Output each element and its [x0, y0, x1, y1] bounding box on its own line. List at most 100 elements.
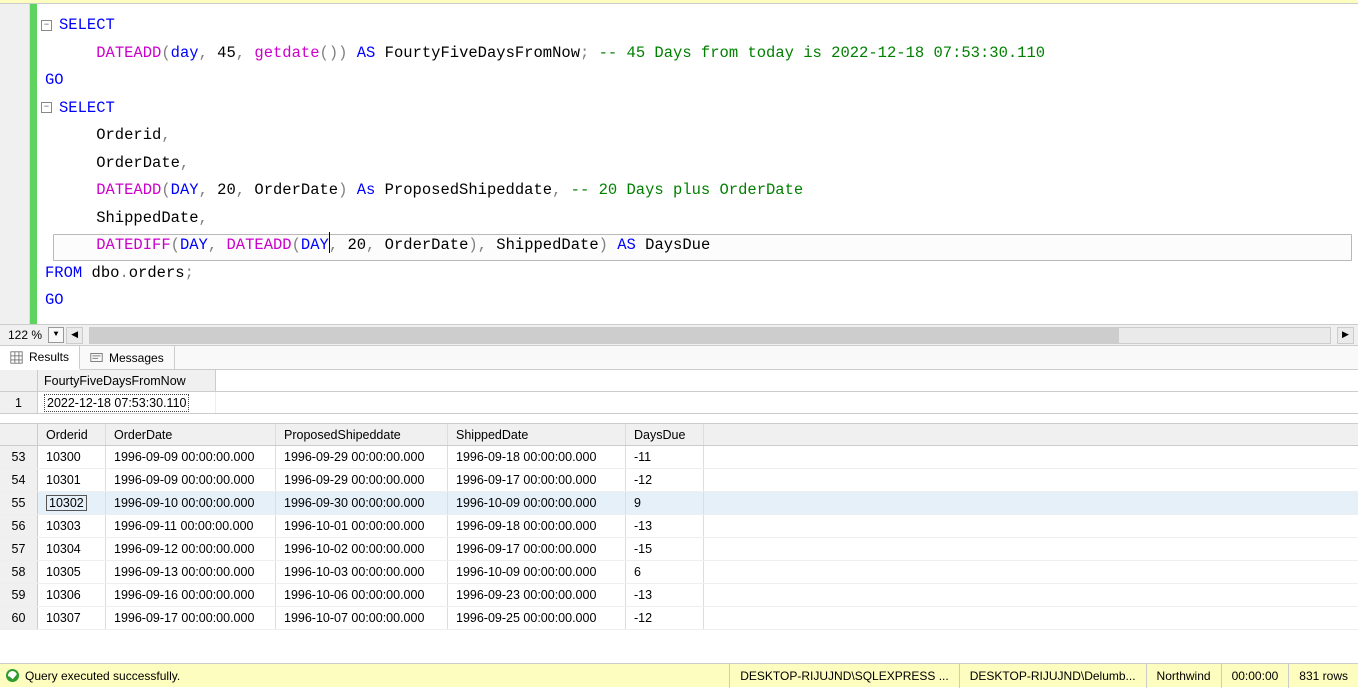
zoom-level: 122 % [4, 328, 46, 342]
cell[interactable]: 10307 [38, 607, 106, 629]
cell[interactable]: 1996-10-01 00:00:00.000 [276, 515, 448, 537]
zoom-dropdown-button[interactable]: ▼ [48, 327, 64, 343]
cell[interactable]: 1996-09-17 00:00:00.000 [448, 469, 626, 491]
status-elapsed: 00:00:00 [1221, 664, 1289, 688]
table-row[interactable]: 57103041996-09-12 00:00:00.0001996-10-02… [0, 538, 1358, 561]
cell[interactable]: 1996-10-07 00:00:00.000 [276, 607, 448, 629]
cell[interactable]: 10301 [38, 469, 106, 491]
cell[interactable]: -13 [626, 515, 704, 537]
row-number[interactable]: 55 [0, 492, 38, 514]
messages-icon [90, 351, 103, 364]
cell[interactable]: 1996-10-03 00:00:00.000 [276, 561, 448, 583]
row-number[interactable]: 53 [0, 446, 38, 468]
horizontal-scrollbar[interactable] [89, 327, 1331, 344]
cell[interactable]: 1996-09-11 00:00:00.000 [106, 515, 276, 537]
row-number[interactable]: 57 [0, 538, 38, 560]
table-row[interactable]: 56103031996-09-11 00:00:00.0001996-10-01… [0, 515, 1358, 538]
keyword: SELECT [59, 99, 115, 117]
table-row[interactable]: 60103071996-09-17 00:00:00.0001996-10-07… [0, 607, 1358, 630]
row-number[interactable]: 56 [0, 515, 38, 537]
table-row[interactable]: 54103011996-09-09 00:00:00.0001996-09-29… [0, 469, 1358, 492]
cell[interactable]: 10305 [38, 561, 106, 583]
row-number[interactable]: 1 [0, 392, 38, 413]
cell[interactable]: 1996-09-09 00:00:00.000 [106, 469, 276, 491]
code-area[interactable]: SELECT DATEADD(day, 45, getdate()) AS Fo… [37, 4, 1358, 324]
cell[interactable]: 1996-09-13 00:00:00.000 [106, 561, 276, 583]
tab-messages[interactable]: Messages [80, 346, 175, 369]
table-row[interactable]: 53103001996-09-09 00:00:00.0001996-09-29… [0, 446, 1358, 469]
column-header[interactable]: ProposedShipeddate [276, 424, 448, 445]
column-header[interactable]: OrderDate [106, 424, 276, 445]
cell[interactable]: 1996-10-09 00:00:00.000 [448, 492, 626, 514]
cell[interactable]: 1996-10-09 00:00:00.000 [448, 561, 626, 583]
keyword: GO [45, 291, 64, 309]
cell[interactable]: -12 [626, 469, 704, 491]
line-number-gutter [0, 4, 30, 324]
result-grid-1-row[interactable]: 1 2022-12-18 07:53:30.110 [0, 392, 1358, 414]
sql-editor[interactable]: − − SELECT DATEADD(day, 45, getdate()) A… [0, 4, 1358, 324]
comment: -- 20 Days plus OrderDate [561, 181, 803, 199]
corner-cell[interactable] [0, 370, 38, 391]
scroll-left-button[interactable]: ◀ [66, 327, 83, 344]
cell[interactable]: 1996-09-09 00:00:00.000 [106, 446, 276, 468]
cell[interactable]: 1996-09-29 00:00:00.000 [276, 469, 448, 491]
keyword: GO [45, 71, 64, 89]
status-bar: Query executed successfully. DESKTOP-RIJ… [0, 663, 1358, 687]
cell[interactable]: 10303 [38, 515, 106, 537]
column-header[interactable]: DaysDue [626, 424, 704, 445]
cell[interactable]: 9 [626, 492, 704, 514]
cell[interactable]: 1996-09-18 00:00:00.000 [448, 515, 626, 537]
status-user: DESKTOP-RIJUJND\Delumb... [959, 664, 1146, 688]
cell[interactable]: -15 [626, 538, 704, 560]
row-number[interactable]: 59 [0, 584, 38, 606]
tab-label: Messages [109, 351, 164, 365]
cell[interactable]: 1996-09-12 00:00:00.000 [106, 538, 276, 560]
tab-results[interactable]: Results [0, 346, 80, 370]
cell[interactable]: 1996-10-02 00:00:00.000 [276, 538, 448, 560]
cell[interactable]: 1996-10-06 00:00:00.000 [276, 584, 448, 606]
cell[interactable]: 1996-09-10 00:00:00.000 [106, 492, 276, 514]
table-row[interactable]: 59103061996-09-16 00:00:00.0001996-10-06… [0, 584, 1358, 607]
keyword: SELECT [59, 16, 115, 34]
corner-cell[interactable] [0, 424, 38, 445]
cell[interactable]: 10306 [38, 584, 106, 606]
text-cursor [329, 232, 330, 253]
cell[interactable]: -12 [626, 607, 704, 629]
cell[interactable]: 2022-12-18 07:53:30.110 [38, 392, 216, 413]
column-header[interactable]: ShippedDate [448, 424, 626, 445]
cell[interactable]: 1996-09-29 00:00:00.000 [276, 446, 448, 468]
cell[interactable]: 1996-09-17 00:00:00.000 [448, 538, 626, 560]
cell[interactable]: 10304 [38, 538, 106, 560]
cell[interactable]: 10300 [38, 446, 106, 468]
cell[interactable]: -13 [626, 584, 704, 606]
cell[interactable]: 10302 [38, 492, 106, 514]
cell[interactable]: 1996-09-25 00:00:00.000 [448, 607, 626, 629]
table-row[interactable]: 55103021996-09-10 00:00:00.0001996-09-30… [0, 492, 1358, 515]
grid-gap [0, 414, 1358, 424]
column-header[interactable]: FourtyFiveDaysFromNow [38, 370, 216, 391]
comment: -- 45 Days from today is 2022-12-18 07:5… [589, 44, 1045, 62]
scroll-right-button[interactable]: ▶ [1337, 327, 1354, 344]
cell[interactable]: 1996-09-16 00:00:00.000 [106, 584, 276, 606]
cell[interactable]: 1996-09-17 00:00:00.000 [106, 607, 276, 629]
scrollbar-thumb[interactable] [90, 328, 1119, 343]
cell[interactable]: 1996-09-18 00:00:00.000 [448, 446, 626, 468]
output-tabbar: Results Messages [0, 346, 1358, 370]
table-row[interactable]: 58103051996-09-13 00:00:00.0001996-10-03… [0, 561, 1358, 584]
cell[interactable]: 1996-09-30 00:00:00.000 [276, 492, 448, 514]
function: DATEADD [96, 44, 161, 62]
result-grid-1-header: FourtyFiveDaysFromNow [0, 370, 1358, 392]
cell[interactable]: -11 [626, 446, 704, 468]
result-grid-2-header: Orderid OrderDate ProposedShipeddate Shi… [0, 424, 1358, 446]
row-number[interactable]: 54 [0, 469, 38, 491]
column-header[interactable]: Orderid [38, 424, 106, 445]
results-pane: FourtyFiveDaysFromNow 1 2022-12-18 07:53… [0, 370, 1358, 663]
row-number[interactable]: 58 [0, 561, 38, 583]
cell[interactable]: 1996-09-23 00:00:00.000 [448, 584, 626, 606]
row-number[interactable]: 60 [0, 607, 38, 629]
editor-footer: 122 % ▼ ◀ ▶ [0, 324, 1358, 346]
status-message: Query executed successfully. [25, 669, 180, 683]
status-database: Northwind [1146, 664, 1221, 688]
function: DATEDIFF [96, 236, 170, 254]
cell[interactable]: 6 [626, 561, 704, 583]
